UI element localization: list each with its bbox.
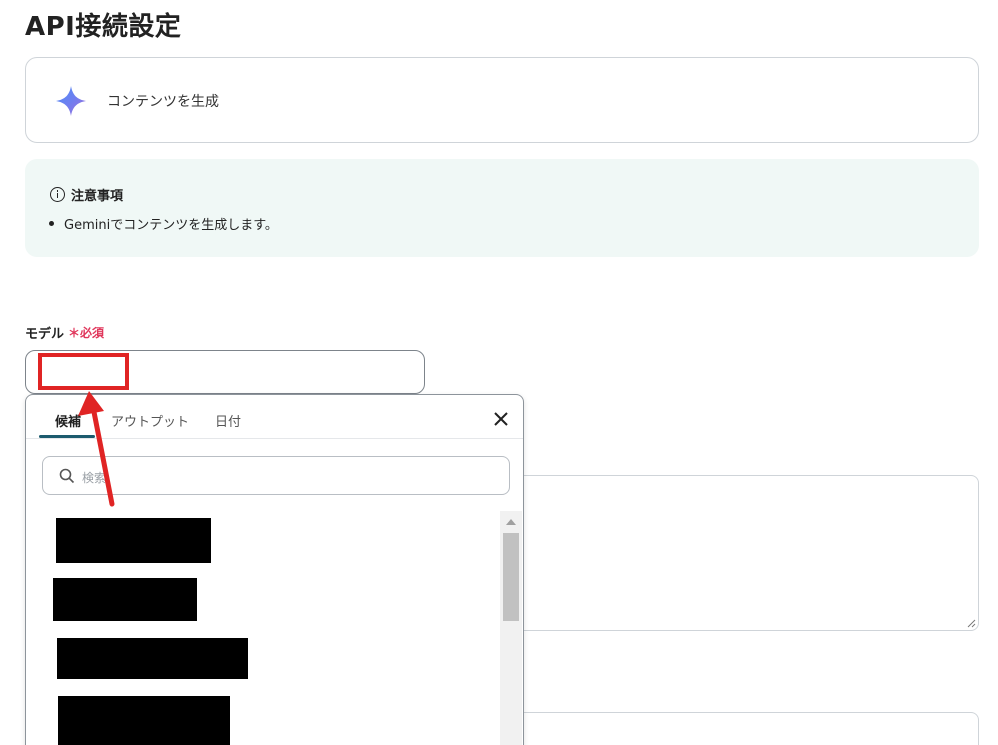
notice-heading-text: 注意事項	[71, 189, 124, 204]
search-icon	[59, 468, 75, 484]
page-title: API接続設定	[25, 12, 182, 42]
notice-heading: 注意事項	[50, 185, 123, 204]
notice-bullet: Geminiでコンテンツを生成します。	[49, 214, 278, 233]
gemini-star-icon	[56, 86, 86, 116]
info-icon	[50, 187, 65, 202]
action-card[interactable]: コンテンツを生成	[25, 57, 979, 143]
scroll-up-icon[interactable]	[506, 519, 516, 525]
list-item-redacted[interactable]	[58, 696, 230, 745]
list-item-redacted[interactable]	[56, 518, 211, 563]
list-item-redacted[interactable]	[53, 578, 197, 621]
close-icon[interactable]	[491, 409, 511, 429]
notice-bullet-text: Geminiでコンテンツを生成します。	[64, 218, 278, 233]
scrollbar-thumb[interactable]	[503, 533, 519, 621]
required-indicator: ＊必須	[68, 326, 105, 340]
background-textarea[interactable]	[510, 475, 979, 631]
model-dropdown-panel: 候補 アウトプット 日付 検索	[25, 394, 524, 745]
list-scrollbar[interactable]	[500, 511, 522, 745]
background-input[interactable]	[510, 712, 979, 745]
tab-date[interactable]: 日付	[215, 411, 241, 430]
model-field-label: モデル ＊必須	[25, 323, 104, 342]
action-label: コンテンツを生成	[107, 94, 219, 110]
notice-box: 注意事項 Geminiでコンテンツを生成します。	[25, 159, 979, 257]
resize-grip-icon[interactable]	[967, 619, 976, 628]
dropdown-tabs: 候補 アウトプット 日付	[26, 395, 523, 439]
candidate-list	[26, 511, 496, 745]
active-tab-indicator	[39, 435, 95, 438]
annotation-highlight-box	[38, 353, 129, 390]
search-input[interactable]: 検索	[42, 456, 510, 495]
tab-output[interactable]: アウトプット	[111, 411, 189, 430]
model-label-text: モデル	[25, 327, 65, 342]
bullet-dot	[49, 221, 54, 226]
tab-candidates[interactable]: 候補	[55, 411, 81, 430]
search-placeholder: 検索	[82, 471, 107, 485]
list-item-redacted[interactable]	[57, 638, 248, 679]
